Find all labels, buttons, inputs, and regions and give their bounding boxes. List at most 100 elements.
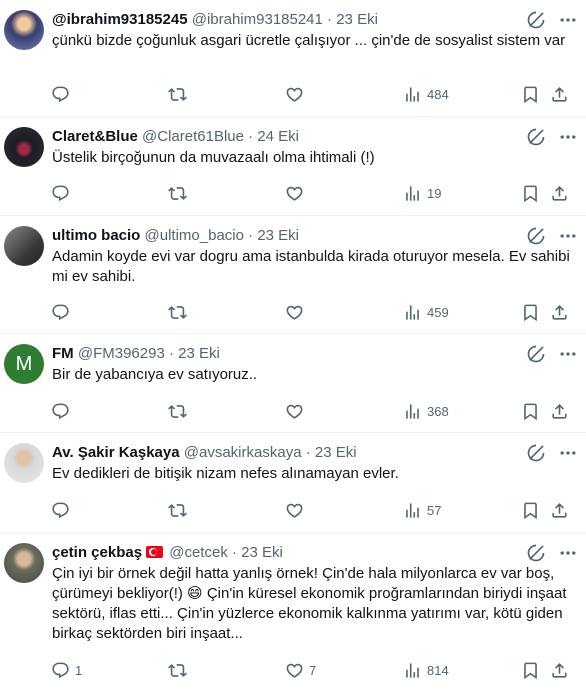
tweet-sakirkaskaya[interactable]: Av. Şakir Kaşkaya @avsakirkaskaya · 23 E… — [0, 433, 586, 533]
bookmark-button[interactable] — [521, 84, 540, 104]
like-button[interactable] — [285, 401, 309, 421]
share-button[interactable] — [550, 660, 569, 680]
avatar[interactable] — [4, 543, 44, 583]
tweet-cetincekbas[interactable]: çetin çekbaş @cetcek · 23 Eki Çin iyi bi… — [0, 533, 586, 690]
more-icon[interactable] — [558, 344, 578, 364]
separator: · — [248, 128, 254, 145]
like-count: 7 — [309, 662, 317, 678]
grok-icon[interactable] — [526, 443, 546, 463]
retweet-button[interactable] — [168, 183, 187, 203]
bookmark-button[interactable] — [521, 500, 540, 520]
views-button[interactable]: 814 — [403, 660, 449, 680]
bookmark-button[interactable] — [521, 302, 540, 322]
grok-icon[interactable] — [526, 127, 546, 147]
timestamp[interactable]: 23 Eki — [315, 444, 357, 461]
reply-count: 1 — [75, 662, 83, 678]
display-name[interactable]: Claret&Blue — [52, 128, 138, 145]
timestamp[interactable]: 23 Eki — [257, 227, 299, 244]
like-button[interactable] — [285, 183, 309, 203]
tweet-claretblue[interactable]: Claret&Blue @Claret61Blue · 24 Eki Üstel… — [0, 117, 586, 216]
display-name[interactable]: @ibrahim93185245 — [52, 11, 188, 28]
retweet-icon — [168, 402, 187, 421]
reply-button[interactable]: 1 — [51, 660, 82, 680]
views-button[interactable]: 368 — [403, 401, 449, 421]
retweet-button[interactable] — [168, 302, 187, 322]
reply-button[interactable] — [51, 401, 75, 421]
like-button[interactable] — [285, 84, 309, 104]
tweet-ultimobacio[interactable]: ultimo bacio @ultimo_bacio · 23 Eki Adam… — [0, 216, 586, 334]
like-button[interactable]: 7 — [285, 660, 316, 680]
more-icon[interactable] — [558, 543, 578, 563]
display-name[interactable]: çetin çekbaş — [52, 544, 142, 561]
like-button[interactable] — [285, 302, 309, 322]
display-name[interactable]: ultimo bacio — [52, 227, 140, 244]
bookmark-button[interactable] — [521, 183, 540, 203]
more-icon[interactable] — [558, 127, 578, 147]
grok-icon[interactable] — [526, 543, 546, 563]
tweet-ibrahim[interactable]: @ibrahim93185245 @ibrahim93185241 · 23 E… — [0, 0, 586, 117]
bookmark-button[interactable] — [521, 660, 540, 680]
reply-icon — [51, 402, 70, 421]
like-button[interactable] — [285, 500, 309, 520]
avatar[interactable] — [4, 226, 44, 266]
like-icon — [285, 303, 304, 322]
avatar[interactable] — [4, 10, 44, 50]
views-icon — [403, 303, 422, 322]
avatar[interactable] — [4, 127, 44, 167]
avatar-letter: M — [15, 352, 33, 375]
tweet-header: FM @FM396293 · 23 Eki — [52, 344, 536, 364]
handle[interactable]: @FM396293 — [78, 345, 165, 362]
avatar[interactable] — [4, 443, 44, 483]
share-button[interactable] — [550, 401, 569, 421]
timestamp[interactable]: 23 Eki — [178, 345, 220, 362]
timestamp[interactable]: 23 Eki — [336, 11, 378, 28]
grok-icon[interactable] — [526, 344, 546, 364]
timestamp[interactable]: 23 Eki — [241, 544, 283, 561]
reply-button[interactable] — [51, 183, 75, 203]
display-name[interactable]: FM — [52, 345, 74, 362]
grok-icon[interactable] — [526, 10, 546, 30]
reply-button[interactable] — [51, 84, 75, 104]
views-count: 484 — [427, 86, 449, 102]
reply-button[interactable] — [51, 500, 75, 520]
views-button[interactable]: 57 — [403, 500, 441, 520]
views-count: 459 — [427, 304, 449, 320]
handle[interactable]: @ibrahim93185241 — [192, 11, 323, 28]
handle[interactable]: @Claret61Blue — [142, 128, 244, 145]
grok-icon[interactable] — [526, 226, 546, 246]
share-button[interactable] — [550, 500, 569, 520]
share-button[interactable] — [550, 84, 569, 104]
bookmark-icon — [521, 85, 540, 104]
action-bar: 459 — [0, 302, 586, 322]
retweet-button[interactable] — [168, 500, 187, 520]
share-button[interactable] — [550, 183, 569, 203]
views-icon — [403, 501, 422, 520]
views-button[interactable]: 484 — [403, 84, 449, 104]
retweet-button[interactable] — [168, 660, 187, 680]
share-button[interactable] — [550, 302, 569, 322]
more-icon[interactable] — [558, 443, 578, 463]
handle[interactable]: @avsakirkaskaya — [184, 444, 302, 461]
separator: · — [305, 444, 311, 461]
bookmark-icon — [521, 303, 540, 322]
tweet-header: çetin çekbaş @cetcek · 23 Eki — [52, 543, 536, 563]
reply-icon — [51, 501, 70, 520]
more-icon[interactable] — [558, 226, 578, 246]
more-icon[interactable] — [558, 10, 578, 30]
bookmark-button[interactable] — [521, 401, 540, 421]
views-button[interactable]: 459 — [403, 302, 449, 322]
handle[interactable]: @cetcek — [169, 544, 228, 561]
tweet-fm[interactable]: M FM @FM396293 · 23 Eki Bir de yabancıya… — [0, 334, 586, 433]
separator: · — [168, 345, 174, 362]
views-count: 19 — [427, 185, 442, 201]
display-name[interactable]: Av. Şakir Kaşkaya — [52, 444, 180, 461]
share-icon — [550, 661, 569, 680]
avatar[interactable]: M — [4, 344, 44, 384]
reply-button[interactable] — [51, 302, 75, 322]
timestamp[interactable]: 24 Eki — [257, 128, 299, 145]
action-bar: 1 7 814 — [0, 660, 586, 680]
retweet-button[interactable] — [168, 84, 187, 104]
views-button[interactable]: 19 — [403, 183, 441, 203]
retweet-button[interactable] — [168, 401, 187, 421]
handle[interactable]: @ultimo_bacio — [145, 227, 244, 244]
